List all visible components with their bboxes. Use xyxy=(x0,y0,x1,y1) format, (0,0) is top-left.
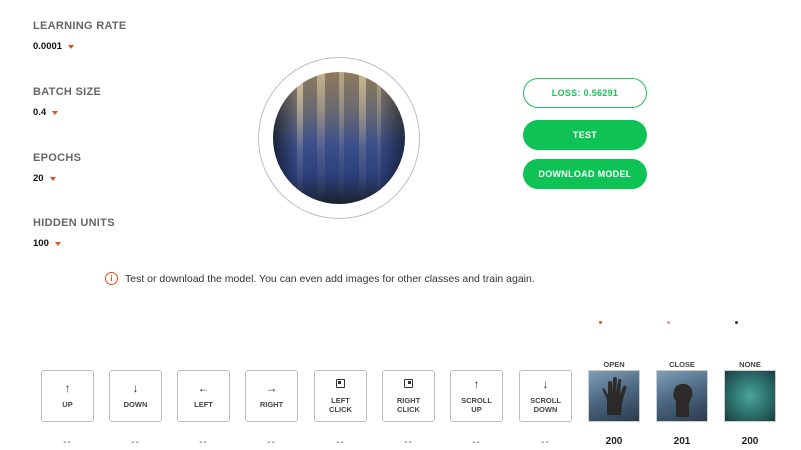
class-open-label: OPEN xyxy=(603,360,625,369)
control-right-click-count: -- xyxy=(404,437,413,448)
control-scroll-down-label: SCROLL DOWN xyxy=(530,396,561,414)
left-click-icon xyxy=(336,379,345,388)
download-model-button[interactable]: DOWNLOAD MODEL xyxy=(523,159,647,189)
param-hidden-units-label: HIDDEN UNITS xyxy=(33,217,115,229)
param-batch-size-label: BATCH SIZE xyxy=(33,86,102,98)
class-none-indicator-dot xyxy=(735,321,738,324)
control-up-count: -- xyxy=(63,437,72,448)
class-none-label: NONE xyxy=(739,360,761,369)
control-left-click-label: LEFT CLICK xyxy=(329,396,352,414)
caret-down-icon xyxy=(52,111,59,115)
control-down-label: DOWN xyxy=(123,400,148,410)
class-none-thumbnail[interactable] xyxy=(724,370,776,422)
caret-down-icon xyxy=(49,177,56,181)
param-hidden-units-value: 100 xyxy=(33,238,49,249)
class-open-thumbnail[interactable] xyxy=(588,370,640,422)
control-right-label: RIGHT xyxy=(259,400,284,410)
arrow-left-icon: ← xyxy=(197,381,210,396)
control-scroll-down-count: -- xyxy=(541,437,550,448)
loss-display: LOSS: 0.56291 xyxy=(523,78,647,108)
caret-down-icon xyxy=(68,45,75,49)
param-batch-size-value: 0.4 xyxy=(33,107,47,118)
class-open-indicator-dot xyxy=(599,321,602,324)
control-scroll-up-label: SCROLL UP xyxy=(461,396,492,414)
test-button[interactable]: TEST xyxy=(523,120,647,150)
control-up-label: UP xyxy=(62,400,73,410)
caret-down-icon xyxy=(54,242,61,246)
control-left-click-button[interactable]: LEFT CLICK xyxy=(314,370,367,422)
class-close-thumbnail[interactable] xyxy=(656,370,708,422)
class-close-indicator-dot xyxy=(667,321,670,324)
control-right-button[interactable]: → RIGHT xyxy=(245,370,298,422)
control-left-button[interactable]: ← LEFT xyxy=(177,370,230,422)
param-learning-rate-select[interactable]: 0.0001 xyxy=(33,41,75,52)
param-epochs-label: EPOCHS xyxy=(33,152,82,164)
control-right-click-button[interactable]: RIGHT CLICK xyxy=(382,370,435,422)
control-scroll-up-button[interactable]: ↑ SCROLL UP xyxy=(450,370,503,422)
info-message: i Test or download the model. You can ev… xyxy=(105,272,535,285)
arrow-right-icon: → xyxy=(265,381,278,396)
closed-fist-image xyxy=(673,383,693,417)
arrow-down-icon: ↓ xyxy=(132,381,139,396)
param-epochs-select[interactable]: 20 xyxy=(33,173,56,184)
control-right-count: -- xyxy=(267,437,276,448)
class-close-count: 201 xyxy=(673,436,691,447)
class-none-count: 200 xyxy=(741,436,759,447)
webcam-preview xyxy=(273,72,405,204)
info-text: Test or download the model. You can even… xyxy=(125,272,535,285)
control-left-count: -- xyxy=(199,437,208,448)
class-open-count: 200 xyxy=(605,436,623,447)
class-close-label: CLOSE xyxy=(669,360,695,369)
control-left-click-count: -- xyxy=(336,437,345,448)
info-icon: i xyxy=(105,272,118,285)
control-up-button[interactable]: ↑ UP xyxy=(41,370,94,422)
scroll-down-icon: ↓ xyxy=(542,377,549,391)
open-hand-image xyxy=(602,377,627,415)
control-left-label: LEFT xyxy=(194,400,213,410)
arrow-up-icon: ↑ xyxy=(64,381,71,396)
scroll-up-icon: ↑ xyxy=(473,377,480,391)
control-down-count: -- xyxy=(131,437,140,448)
param-learning-rate-value: 0.0001 xyxy=(33,41,63,52)
webcam-frame xyxy=(258,57,420,219)
control-right-click-label: RIGHT CLICK xyxy=(396,396,421,414)
control-scroll-up-count: -- xyxy=(472,437,481,448)
control-down-button[interactable]: ↓ DOWN xyxy=(109,370,162,422)
control-scroll-down-button[interactable]: ↓ SCROLL DOWN xyxy=(519,370,572,422)
param-batch-size-select[interactable]: 0.4 xyxy=(33,107,59,118)
param-hidden-units-select[interactable]: 100 xyxy=(33,238,61,249)
right-click-icon xyxy=(404,379,413,388)
param-learning-rate-label: LEARNING RATE xyxy=(33,20,127,32)
param-epochs-value: 20 xyxy=(33,173,44,184)
